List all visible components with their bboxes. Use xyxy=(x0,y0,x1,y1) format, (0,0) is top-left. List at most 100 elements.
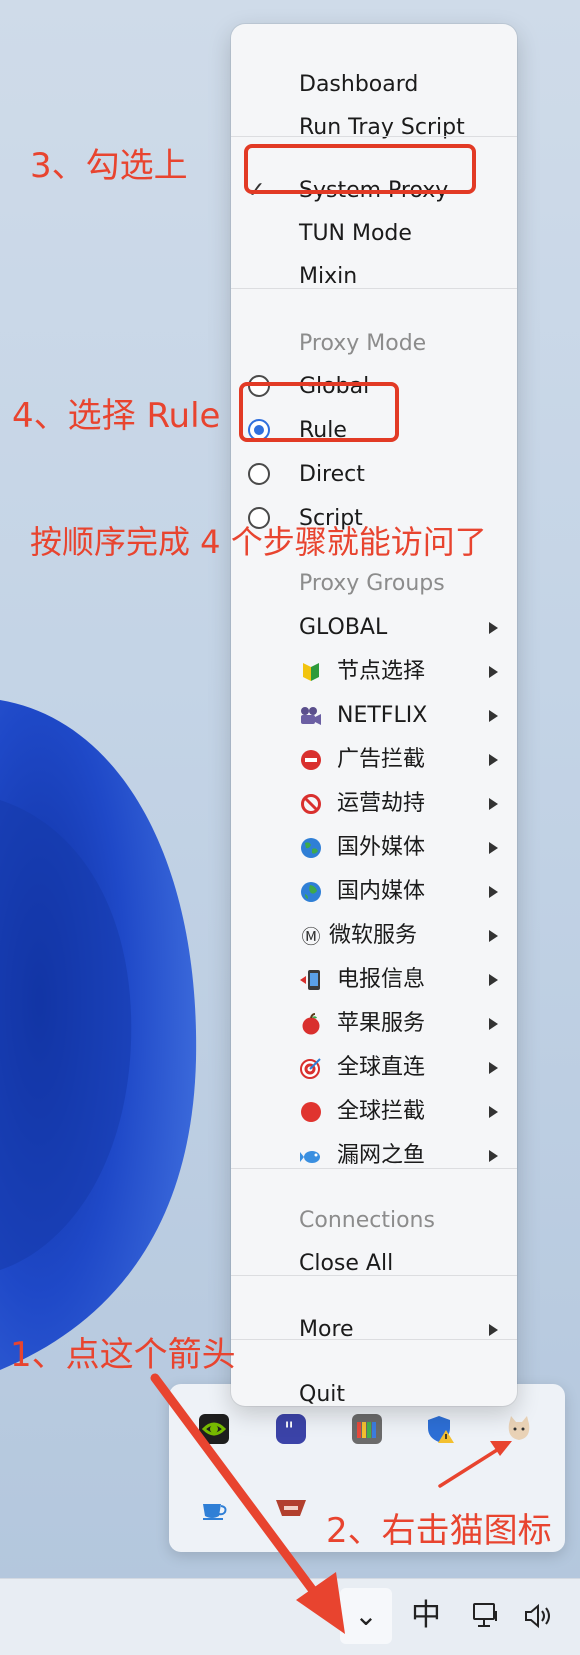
color-bars-icon[interactable] xyxy=(352,1414,382,1444)
menu-item-label: Dashboard xyxy=(299,72,419,97)
group-label: GLOBAL xyxy=(299,615,388,640)
ime-label: 中 xyxy=(411,1598,441,1633)
highlight-system-proxy xyxy=(244,144,476,194)
proxy-group-global-block[interactable]: 全球拦截 xyxy=(231,1091,517,1133)
mode-label: Direct xyxy=(299,462,365,487)
group-label: 全球直连 xyxy=(337,1055,426,1080)
globe-asia-icon xyxy=(299,881,323,905)
proxy-mode-header: Proxy Mode xyxy=(231,323,517,365)
no-entry-icon xyxy=(299,749,323,773)
menu-separator xyxy=(231,136,517,137)
group-label: 国外媒体 xyxy=(337,835,426,860)
clash-tray-menu: Dashboard Run Tray Script ✓ System Proxy… xyxy=(231,24,517,1407)
quote-app-icon[interactable]: " xyxy=(276,1414,306,1444)
section-header-label: Proxy Mode xyxy=(299,331,427,356)
app-logo-icon[interactable] xyxy=(274,1492,306,1522)
group-label: 广告拦截 xyxy=(337,747,426,772)
submenu-arrow-icon xyxy=(489,886,498,898)
movie-camera-icon xyxy=(299,705,323,729)
submenu-arrow-icon xyxy=(489,1150,498,1162)
target-icon xyxy=(299,1057,323,1081)
proxy-group-foreign-media[interactable]: 国外媒体 xyxy=(231,827,517,869)
menu-item-label: Mixin xyxy=(299,264,358,289)
beginner-badge-icon xyxy=(299,661,323,685)
group-label: 漏网之鱼 xyxy=(337,1143,426,1168)
highlight-rule-mode xyxy=(239,382,399,442)
globe-europe-icon xyxy=(299,837,323,861)
circled-m-icon: Ⓜ xyxy=(301,926,321,948)
submenu-arrow-icon xyxy=(489,974,498,986)
group-label: 节点选择 xyxy=(337,659,426,684)
proxy-group-telegram[interactable]: 电报信息 xyxy=(231,959,517,1001)
mode-option-direct[interactable]: Direct xyxy=(231,454,517,496)
group-label: 国内媒体 xyxy=(337,879,426,904)
red-circle-icon xyxy=(299,1101,323,1125)
submenu-arrow-icon xyxy=(489,754,498,766)
menu-item-mixin[interactable]: Mixin xyxy=(231,256,517,298)
group-label: 微软服务 xyxy=(329,923,418,948)
menu-item-tun-mode[interactable]: TUN Mode xyxy=(231,213,517,255)
annotation-step1: 1、点这个箭头 xyxy=(10,1335,236,1375)
menu-item-label: TUN Mode xyxy=(299,221,412,246)
proxy-group-apple[interactable]: 苹果服务 xyxy=(231,1003,517,1045)
menu-item-more[interactable]: More xyxy=(231,1309,517,1351)
proxy-group-global[interactable]: GLOBAL xyxy=(231,607,517,649)
menu-item-label: Quit xyxy=(299,1382,345,1407)
submenu-arrow-icon xyxy=(489,1106,498,1118)
proxy-group-global-direct[interactable]: 全球直连 xyxy=(231,1047,517,1089)
mobile-arrow-icon xyxy=(299,969,323,993)
nvidia-icon[interactable] xyxy=(199,1414,229,1444)
fish-icon xyxy=(299,1145,323,1169)
volume-icon[interactable] xyxy=(514,1588,564,1644)
proxy-group-microsoft[interactable]: Ⓜ 微软服务 xyxy=(231,915,517,957)
annotation-step3: 3、勾选上 xyxy=(30,146,188,186)
menu-item-label: More xyxy=(299,1317,354,1342)
proxy-group-isp-hijack[interactable]: 运营劫持 xyxy=(231,783,517,825)
submenu-arrow-icon xyxy=(489,1324,498,1336)
submenu-arrow-icon xyxy=(489,710,498,722)
submenu-arrow-icon xyxy=(489,622,498,634)
menu-item-label: Run Tray Script xyxy=(299,115,465,140)
group-label: 苹果服务 xyxy=(337,1011,426,1036)
apple-icon xyxy=(299,1013,323,1037)
group-label: NETFLIX xyxy=(337,703,428,728)
submenu-arrow-icon xyxy=(489,798,498,810)
menu-separator xyxy=(231,1339,517,1340)
annotation-summary: 按顺序完成 4 个步骤就能访问了 xyxy=(30,523,487,561)
menu-item-quit[interactable]: Quit xyxy=(231,1374,517,1416)
menu-separator xyxy=(231,1275,517,1276)
submenu-arrow-icon xyxy=(489,1062,498,1074)
chevron-down-icon: ⌄ xyxy=(354,1599,378,1632)
proxy-groups-header: Proxy Groups xyxy=(231,563,517,605)
group-label: 电报信息 xyxy=(337,967,426,992)
submenu-arrow-icon xyxy=(489,1018,498,1030)
ime-indicator-button[interactable]: 中 xyxy=(400,1588,452,1644)
prohibited-icon xyxy=(299,793,323,817)
proxy-group-node-select[interactable]: 节点选择 xyxy=(231,651,517,693)
menu-item-close-all[interactable]: Close All xyxy=(231,1243,517,1285)
submenu-arrow-icon xyxy=(489,842,498,854)
group-label: 运营劫持 xyxy=(337,791,426,816)
submenu-arrow-icon xyxy=(489,930,498,942)
submenu-arrow-icon xyxy=(489,666,498,678)
cat-icon[interactable] xyxy=(503,1412,533,1442)
group-label: 全球拦截 xyxy=(337,1099,426,1124)
network-icon[interactable] xyxy=(462,1588,514,1644)
coffee-cup-icon[interactable] xyxy=(199,1494,229,1524)
proxy-group-domestic-media[interactable]: 国内媒体 xyxy=(231,871,517,913)
security-shield-icon[interactable] xyxy=(426,1414,456,1444)
annotation-step4: 4、选择 Rule xyxy=(12,396,221,436)
menu-item-run-tray-script[interactable]: Run Tray Script xyxy=(231,107,517,149)
menu-separator xyxy=(231,288,517,289)
connections-header: Connections xyxy=(231,1200,517,1242)
show-hidden-icons-button[interactable]: ⌄ xyxy=(340,1588,392,1644)
menu-separator xyxy=(231,1168,517,1169)
proxy-group-ad-block[interactable]: 广告拦截 xyxy=(231,739,517,781)
section-header-label: Connections xyxy=(299,1208,435,1233)
radio-button[interactable] xyxy=(248,463,270,485)
proxy-group-final[interactable]: 漏网之鱼 xyxy=(231,1135,517,1177)
menu-item-dashboard[interactable]: Dashboard xyxy=(231,64,517,106)
proxy-group-netflix[interactable]: NETFLIX xyxy=(231,695,517,737)
annotation-step2: 2、右击猫图标 xyxy=(326,1511,552,1551)
section-header-label: Proxy Groups xyxy=(299,571,445,596)
